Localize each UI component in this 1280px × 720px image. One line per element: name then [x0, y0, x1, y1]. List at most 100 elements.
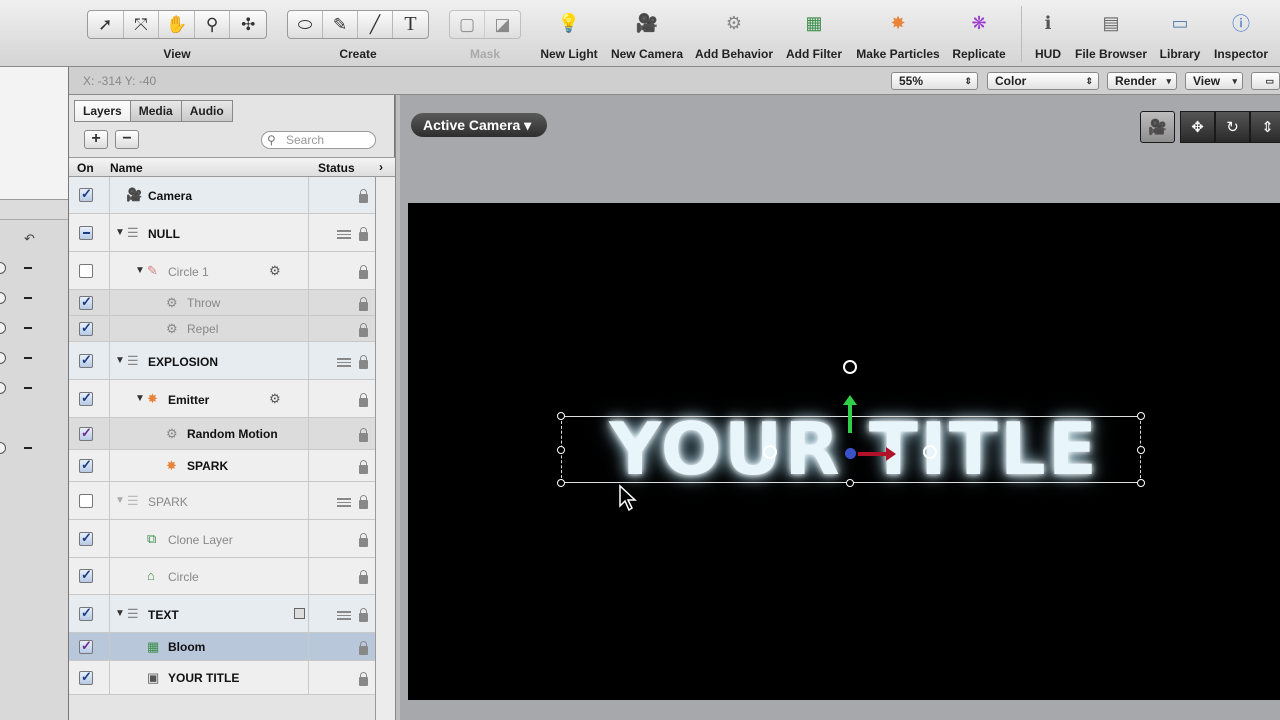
- layer-enable-checkbox[interactable]: [79, 186, 93, 202]
- lock-icon[interactable]: [359, 355, 368, 369]
- replicate-button[interactable]: ❋ Replicate: [952, 10, 1006, 62]
- layer-row-spark-cell[interactable]: ✸ SPARK: [69, 450, 375, 482]
- column-status[interactable]: Status: [318, 161, 355, 175]
- layer-search-input[interactable]: ⚲ Search: [261, 131, 376, 149]
- resize-handle[interactable]: [846, 479, 854, 487]
- layer-enable-checkbox[interactable]: [79, 530, 93, 546]
- gear-icon[interactable]: ⚙: [269, 391, 281, 407]
- layer-enable-checkbox[interactable]: [79, 352, 93, 368]
- new-light-button[interactable]: 💡 New Light: [540, 10, 598, 62]
- tab-audio[interactable]: Audio: [180, 100, 233, 122]
- layer-row-clone-layer[interactable]: ⧉ Clone Layer: [69, 520, 375, 558]
- lock-icon[interactable]: [359, 641, 368, 655]
- left-row[interactable]: [0, 374, 68, 404]
- layer-row-circle[interactable]: ⌂ Circle: [69, 558, 375, 595]
- left-row[interactable]: [0, 254, 68, 284]
- resize-handle[interactable]: [1137, 412, 1145, 420]
- column-on[interactable]: On: [77, 161, 94, 175]
- zoom-tool-icon[interactable]: ⚲: [195, 11, 231, 38]
- resize-handle[interactable]: [557, 479, 565, 487]
- channel-dropdown[interactable]: Color ⇕: [987, 72, 1099, 90]
- select-tool-icon[interactable]: ➚: [88, 11, 124, 38]
- lock-icon[interactable]: [359, 460, 368, 474]
- disclosure-triangle-icon[interactable]: ▼: [115, 355, 125, 366]
- disclosure-triangle-icon[interactable]: ▼: [135, 265, 145, 276]
- layer-enable-checkbox[interactable]: [79, 390, 93, 406]
- lock-icon[interactable]: [359, 570, 368, 584]
- 3d-transform-tool-icon[interactable]: ✣: [230, 11, 266, 38]
- gear-icon[interactable]: ⚙: [269, 263, 281, 279]
- layer-enable-checkbox[interactable]: [79, 567, 93, 583]
- resize-handle[interactable]: [557, 412, 565, 420]
- lock-icon[interactable]: [359, 227, 368, 241]
- resize-handle[interactable]: [1137, 479, 1145, 487]
- layer-row-text[interactable]: ▼ ☰ TEXT: [69, 595, 375, 633]
- layer-enable-checkbox[interactable]: [79, 605, 93, 621]
- layer-enable-checkbox[interactable]: [79, 669, 93, 685]
- lock-icon[interactable]: [359, 297, 368, 311]
- dolly-view-icon[interactable]: ⇕: [1250, 111, 1280, 143]
- layer-list-scrollbar[interactable]: [375, 177, 395, 720]
- make-particles-button[interactable]: ✸ Make Particles: [855, 10, 941, 62]
- lock-icon[interactable]: [359, 533, 368, 547]
- lock-icon[interactable]: [359, 393, 368, 407]
- resize-handle[interactable]: [1137, 446, 1145, 454]
- layer-row-camera[interactable]: 🎥 Camera: [69, 177, 375, 214]
- shape-tool-icon[interactable]: ⬭: [288, 11, 323, 38]
- layer-enable-checkbox[interactable]: [79, 457, 93, 473]
- left-row[interactable]: [0, 314, 68, 344]
- lock-icon[interactable]: [359, 265, 368, 279]
- tab-layers[interactable]: Layers: [74, 100, 131, 122]
- column-name[interactable]: Name: [110, 161, 143, 175]
- disclosure-triangle-icon[interactable]: ▼: [115, 495, 125, 506]
- tab-media[interactable]: Media: [129, 100, 182, 122]
- remove-layer-button[interactable]: −: [115, 130, 139, 149]
- left-row[interactable]: [0, 434, 68, 464]
- transform-tool-icon[interactable]: ⤧: [124, 11, 160, 38]
- bezier-tool-icon[interactable]: ✎: [323, 11, 358, 38]
- add-filter-button[interactable]: ▦ Add Filter: [784, 10, 844, 62]
- layer-row-circle-1[interactable]: ▼ ✎ Circle 1 ⚙: [69, 252, 375, 290]
- paint-stroke-tool-icon[interactable]: ╱: [358, 11, 393, 38]
- view-dropdown[interactable]: View ▾: [1185, 72, 1243, 90]
- active-camera-menu[interactable]: Active Camera ▾: [411, 113, 548, 137]
- add-behavior-button[interactable]: ⚙ Add Behavior: [695, 10, 773, 62]
- column-expand-icon[interactable]: ›: [379, 160, 383, 174]
- text-tool-icon[interactable]: T: [393, 11, 428, 38]
- layer-row-random-motion[interactable]: ⚙ Random Motion: [69, 418, 375, 450]
- layer-row-repel[interactable]: ⚙ Repel: [69, 316, 375, 342]
- layer-enable-checkbox[interactable]: [79, 320, 93, 336]
- layer-row-emitter[interactable]: ▼ ✸ Emitter ⚙: [69, 380, 375, 418]
- lock-icon[interactable]: [359, 428, 368, 442]
- inspector-button[interactable]: ⓘ Inspector: [1212, 10, 1270, 62]
- layer-enable-checkbox[interactable]: [79, 494, 93, 508]
- render-dropdown[interactable]: Render ▾: [1107, 72, 1177, 90]
- camera-view-icon[interactable]: 🎥: [1140, 111, 1175, 143]
- layer-row-spark-group[interactable]: ▼ ☰ SPARK: [69, 482, 375, 520]
- add-layer-button[interactable]: +: [84, 130, 108, 149]
- layer-row-throw[interactable]: ⚙ Throw: [69, 290, 375, 316]
- canvas-stage[interactable]: YOUR TITLE: [408, 203, 1280, 700]
- rectangle-mask-icon[interactable]: ▢: [450, 11, 486, 38]
- lock-icon[interactable]: [359, 495, 368, 509]
- lock-icon[interactable]: [359, 323, 368, 337]
- library-button[interactable]: ▭ Library: [1157, 10, 1203, 62]
- layer-enable-checkbox[interactable]: [79, 264, 93, 278]
- file-browser-button[interactable]: ▤ File Browser: [1074, 10, 1148, 62]
- pan-view-icon[interactable]: ✥: [1180, 111, 1215, 143]
- undo-icon[interactable]: ↶: [24, 231, 35, 247]
- layer-enable-checkbox[interactable]: [79, 226, 93, 240]
- z-axis-center[interactable]: [845, 448, 856, 459]
- left-row[interactable]: [0, 284, 68, 314]
- layer-row-your-title[interactable]: ▣ YOUR TITLE: [69, 661, 375, 695]
- hand-tool-icon[interactable]: ✋: [159, 11, 195, 38]
- layer-enable-checkbox[interactable]: [79, 294, 93, 310]
- lock-icon[interactable]: [359, 672, 368, 686]
- layer-row-null[interactable]: ▼ ☰ NULL: [69, 214, 375, 252]
- orbit-view-icon[interactable]: ↻: [1215, 111, 1250, 143]
- disclosure-triangle-icon[interactable]: ▼: [115, 227, 125, 238]
- disclosure-triangle-icon[interactable]: ▼: [135, 393, 145, 404]
- left-row[interactable]: [0, 344, 68, 374]
- disclosure-triangle-icon[interactable]: ▼: [115, 608, 125, 619]
- anchor-handle[interactable]: [923, 445, 937, 459]
